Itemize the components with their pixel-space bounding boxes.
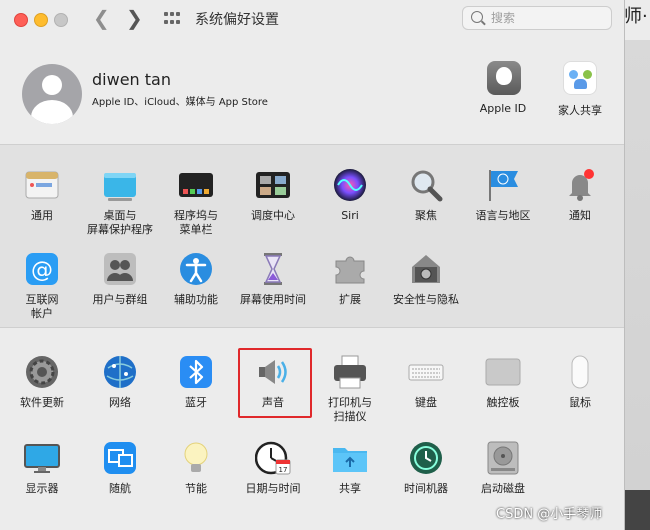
pane-sidecar[interactable]: 随航 xyxy=(82,440,158,496)
window-title: 系统偏好设置 xyxy=(195,12,279,28)
back-button[interactable]: ❮ xyxy=(93,6,110,30)
pane-accessibility[interactable]: 辅助功能 xyxy=(158,251,234,307)
extensions-icon xyxy=(332,251,368,287)
preferences-section-1: 通用 桌面与 屏幕保护程序 程序坞与 菜单栏 调度中心 Siri 聚焦 语言与地… xyxy=(0,145,624,327)
zoom-button[interactable] xyxy=(54,13,68,27)
pane-spotlight[interactable]: 聚焦 xyxy=(388,167,464,223)
user-subtitle: Apple ID、iCloud、媒体与 App Store xyxy=(92,97,268,108)
general-icon xyxy=(24,167,60,203)
family-sharing-icon[interactable] xyxy=(563,61,597,95)
preferences-section-2: 软件更新 网络 蓝牙 声音 打印机与 扫描仪 键盘 触控板 鼠标 显示器 随航 … xyxy=(0,328,624,530)
svg-text:@: @ xyxy=(31,258,53,283)
pane-printers-scanners[interactable]: 打印机与 扫描仪 xyxy=(312,354,388,424)
security-privacy-icon xyxy=(408,251,444,287)
search-icon xyxy=(471,11,483,23)
user-section: diwen tan Apple ID、iCloud、媒体与 App Store … xyxy=(0,40,624,144)
title-bar: ❮ ❯ 系统偏好设置 xyxy=(0,0,624,38)
pane-notifications[interactable]: 通知 xyxy=(542,167,618,223)
screen-time-icon xyxy=(255,251,291,287)
forward-button[interactable]: ❯ xyxy=(126,6,143,30)
pane-keyboard[interactable]: 键盘 xyxy=(388,354,464,410)
pane-bluetooth[interactable]: 蓝牙 xyxy=(158,354,234,410)
pane-mission-control[interactable]: 调度中心 xyxy=(235,167,311,223)
pane-security-privacy[interactable]: 安全性与隐私 xyxy=(388,251,464,307)
pane-network[interactable]: 网络 xyxy=(82,354,158,410)
background-window xyxy=(624,0,650,530)
family-sharing-label[interactable]: 家人共享 xyxy=(540,102,620,118)
date-time-icon: 17 xyxy=(254,440,291,476)
background-text: 师· xyxy=(624,6,648,27)
startup-disk-icon xyxy=(485,440,521,476)
desktop-icon xyxy=(102,167,138,203)
accessibility-icon xyxy=(178,251,214,287)
internet-accounts-icon: @ xyxy=(24,251,60,287)
language-region-icon xyxy=(485,167,521,203)
search-input[interactable] xyxy=(491,9,601,27)
pane-general[interactable]: 通用 xyxy=(4,167,80,223)
spotlight-icon xyxy=(408,167,444,203)
user-name[interactable]: diwen tan xyxy=(92,70,171,89)
pane-displays[interactable]: 显示器 xyxy=(4,440,80,496)
notification-bell-icon xyxy=(562,167,598,203)
sidecar-icon xyxy=(102,440,138,476)
system-preferences-window: ❮ ❯ 系统偏好设置 diwen tan Apple ID、iCloud、媒体与… xyxy=(0,0,625,530)
apple-id-label[interactable]: Apple ID xyxy=(463,102,543,115)
sound-highlight-box xyxy=(238,348,312,418)
trackpad-icon xyxy=(485,354,521,390)
users-groups-icon xyxy=(102,251,138,287)
sharing-icon xyxy=(332,440,368,476)
pane-users-groups[interactable]: 用户与群组 xyxy=(82,251,158,307)
apple-id-icon[interactable] xyxy=(487,61,521,95)
pane-internet-accounts[interactable]: @ 互联网 帐户 xyxy=(4,251,80,321)
search-box[interactable] xyxy=(462,6,612,30)
pane-screen-time[interactable]: 屏幕使用时间 xyxy=(235,251,311,307)
pane-language-region[interactable]: 语言与地区 xyxy=(465,167,541,223)
pane-dock[interactable]: 程序坞与 菜单栏 xyxy=(158,167,234,237)
network-icon xyxy=(102,354,138,390)
printer-icon xyxy=(332,354,368,390)
pane-date-time[interactable]: 17 日期与时间 xyxy=(235,440,311,496)
pane-time-machine[interactable]: 时间机器 xyxy=(388,440,464,496)
bluetooth-icon xyxy=(178,354,214,390)
pane-desktop[interactable]: 桌面与 屏幕保护程序 xyxy=(82,167,158,237)
pane-siri[interactable]: Siri xyxy=(312,167,388,223)
keyboard-icon xyxy=(408,354,444,390)
watermark: CSDN @小手琴师 xyxy=(496,507,603,522)
mission-control-icon xyxy=(255,167,291,203)
pane-software-update[interactable]: 软件更新 xyxy=(4,354,80,410)
mouse-icon xyxy=(562,354,598,390)
show-all-grid-icon[interactable] xyxy=(164,12,180,26)
calendar-day: 17 xyxy=(279,466,288,474)
avatar[interactable] xyxy=(22,64,82,124)
pane-extensions[interactable]: 扩展 xyxy=(312,251,388,307)
energy-saver-icon xyxy=(178,440,214,476)
pane-mouse[interactable]: 鼠标 xyxy=(542,354,618,410)
pane-energy-saver[interactable]: 节能 xyxy=(158,440,234,496)
siri-icon xyxy=(332,167,368,203)
time-machine-icon xyxy=(408,440,444,476)
close-button[interactable] xyxy=(14,13,28,27)
software-update-icon xyxy=(24,354,60,390)
dock-icon xyxy=(178,167,214,203)
pane-startup-disk[interactable]: 启动磁盘 xyxy=(465,440,541,496)
minimize-button[interactable] xyxy=(34,13,48,27)
pane-sharing[interactable]: 共享 xyxy=(312,440,388,496)
pane-trackpad[interactable]: 触控板 xyxy=(465,354,541,410)
display-icon xyxy=(24,440,60,476)
